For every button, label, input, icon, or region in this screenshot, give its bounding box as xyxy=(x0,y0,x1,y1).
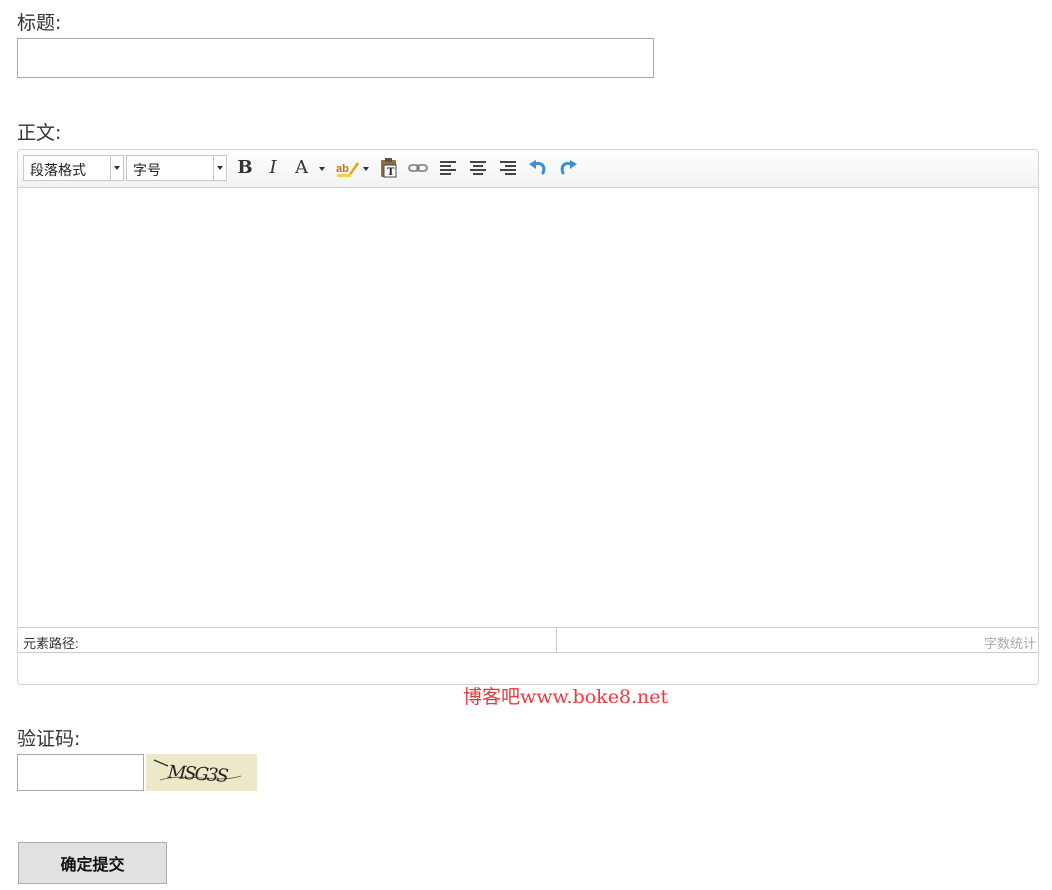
body-label: 正文: xyxy=(17,122,62,144)
highlight-icon: ab xyxy=(336,162,369,177)
submit-button[interactable]: 确定提交 xyxy=(18,842,167,884)
editor-content-area[interactable] xyxy=(18,188,1038,627)
undo-icon xyxy=(529,160,546,175)
link-icon xyxy=(408,164,428,172)
chevron-down-icon xyxy=(110,156,123,180)
captcha-text: MSG3S xyxy=(166,762,229,787)
redo-button[interactable] xyxy=(557,156,579,180)
font-color-button[interactable]: A xyxy=(292,156,328,180)
italic-icon: I xyxy=(269,157,277,178)
align-center-icon xyxy=(470,161,486,175)
word-count: 字数统计 xyxy=(983,636,1036,651)
bold-button[interactable]: B xyxy=(234,156,256,180)
paragraph-format-value: 段落格式 xyxy=(30,162,86,178)
align-center-button[interactable] xyxy=(467,156,489,180)
svg-text:T: T xyxy=(387,167,395,178)
paste-text-button[interactable]: T xyxy=(378,156,400,180)
link-button[interactable] xyxy=(407,156,429,180)
redo-icon xyxy=(560,160,577,175)
undo-button[interactable] xyxy=(527,156,549,180)
element-path-label: 元素路径: xyxy=(23,636,79,651)
editor-statusbar: 元素路径: 字数统计 xyxy=(18,627,1038,653)
align-right-icon xyxy=(500,161,516,175)
captcha-label: 验证码: xyxy=(17,728,81,750)
font-color-icon: A xyxy=(295,157,308,178)
chevron-down-icon xyxy=(319,167,325,171)
paragraph-format-select[interactable]: 段落格式 xyxy=(23,155,124,181)
captcha-input[interactable] xyxy=(17,754,144,791)
captcha-image[interactable]: MSG3S xyxy=(146,754,257,791)
rich-text-editor: 段落格式 字号 B I A ab T 元素路径: 字数统计 xyxy=(17,149,1039,685)
bold-icon: B xyxy=(237,157,253,178)
title-label: 标题: xyxy=(17,12,62,34)
highlight-button[interactable]: ab xyxy=(335,156,371,180)
svg-text:ab: ab xyxy=(336,163,349,175)
paste-text-icon: T xyxy=(381,158,397,178)
title-input[interactable] xyxy=(17,38,654,78)
align-left-icon xyxy=(440,161,456,175)
chevron-down-icon xyxy=(213,156,226,180)
font-size-value: 字号 xyxy=(133,162,161,178)
editor-toolbar: 段落格式 字号 B I A ab T xyxy=(18,150,1038,188)
align-right-button[interactable] xyxy=(497,156,519,180)
watermark-text: 博客吧www.boke8.net xyxy=(463,686,669,708)
element-path: 元素路径: xyxy=(18,628,557,652)
align-left-button[interactable] xyxy=(437,156,459,180)
font-size-select[interactable]: 字号 xyxy=(126,155,227,181)
italic-button[interactable]: I xyxy=(262,156,284,180)
